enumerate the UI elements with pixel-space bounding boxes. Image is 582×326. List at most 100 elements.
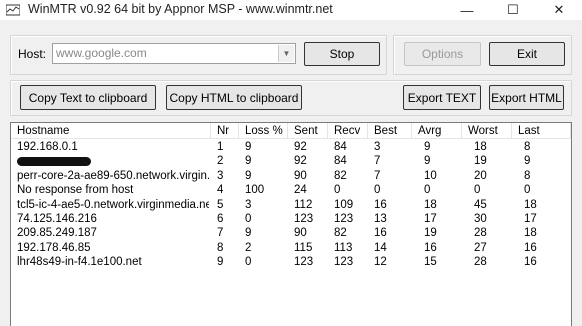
cell-avrg: 0: [424, 184, 431, 197]
cell-best: 7: [374, 169, 381, 182]
column-header-worst[interactable]: Worst: [462, 123, 512, 139]
cell-sent: 112: [294, 198, 313, 211]
column-header-avrg[interactable]: Avrg: [412, 123, 462, 139]
column-header-sent[interactable]: Sent: [288, 123, 328, 139]
exit-button[interactable]: Exit: [489, 42, 565, 66]
cell-sent: 90: [294, 227, 307, 240]
cell-best: 0: [374, 184, 381, 197]
column-header-best[interactable]: Best: [368, 123, 412, 139]
maximize-icon: ☐: [507, 2, 519, 17]
cell-hostname: tcl5-ic-4-ae5-0.network.virginmedia.net: [17, 198, 209, 211]
copy-html-button[interactable]: Copy HTML to clipboard: [166, 85, 302, 110]
cell-worst: 28: [474, 256, 487, 269]
cell-nr: 2: [217, 155, 224, 168]
cell-worst: 18: [474, 141, 487, 153]
cell-nr: 7: [217, 227, 224, 240]
host-combobox[interactable]: www.google.com ▼: [52, 43, 296, 64]
options-button[interactable]: Options: [404, 42, 481, 66]
cell-best: 13: [374, 213, 387, 225]
results-list[interactable]: Hostname Nr Loss % Sent Recv Best Avrg W…: [10, 122, 572, 326]
close-button[interactable]: ✕: [536, 0, 582, 20]
cell-sent: 24: [294, 184, 307, 197]
cell-last: 0: [524, 184, 531, 197]
cell-avrg: 17: [424, 213, 437, 225]
table-row[interactable]: tcl5-ic-4-ae5-0.network.virginmedia.net 5…: [11, 199, 571, 212]
cell-worst: 0: [474, 184, 481, 197]
close-icon: ✕: [553, 2, 565, 17]
cell-loss: 3: [245, 198, 252, 211]
cell-avrg: 16: [424, 241, 437, 254]
column-header-recv[interactable]: Recv: [328, 123, 368, 139]
chevron-down-icon[interactable]: ▼: [278, 45, 294, 62]
cell-worst: 30: [474, 213, 487, 225]
cell-best: 3: [374, 141, 381, 153]
cell-avrg: 18: [424, 198, 437, 211]
cell-best: 16: [374, 198, 387, 211]
window-title: WinMTR v0.92 64 bit by Appnor MSP - www.…: [28, 2, 333, 16]
cell-hostname: perr-core-2a-ae89-650.network.virgin...: [17, 169, 209, 182]
column-header-nr[interactable]: Nr: [211, 123, 239, 139]
cell-last: 18: [524, 198, 537, 211]
app-icon: [6, 4, 20, 16]
cell-sent: 115: [294, 241, 313, 254]
cell-recv: 84: [334, 141, 347, 153]
cell-recv: 109: [334, 198, 354, 211]
cell-best: 16: [374, 227, 387, 240]
table-row[interactable]: 2 9 92 84 7 9 19 9: [11, 155, 571, 168]
cell-loss: 0: [245, 256, 252, 269]
cell-avrg: 19: [424, 227, 437, 240]
column-header-last[interactable]: Last: [512, 123, 571, 139]
maximize-button[interactable]: ☐: [490, 0, 536, 20]
cell-nr: 9: [217, 256, 224, 269]
cell-nr: 3: [217, 169, 224, 182]
export-html-button[interactable]: Export HTML: [489, 85, 564, 110]
cell-loss: 9: [245, 169, 252, 182]
export-text-button[interactable]: Export TEXT: [403, 85, 481, 110]
table-row[interactable]: perr-core-2a-ae89-650.network.virgin... 3…: [11, 170, 571, 183]
cell-worst: 27: [474, 241, 487, 254]
table-row[interactable]: 74.125.146.216 6 0 123 123 13 17 30 17: [11, 213, 571, 226]
table-row[interactable]: No response from host 4 100 24 0 0 0 0 0: [11, 184, 571, 197]
cell-recv: 113: [334, 241, 353, 254]
cell-avrg: 15: [424, 256, 437, 269]
cell-recv: 0: [334, 184, 341, 197]
cell-nr: 1: [217, 141, 224, 153]
cell-hostname: 192.178.46.85: [17, 241, 91, 254]
column-header-loss[interactable]: Loss %: [239, 123, 288, 139]
table-row[interactable]: 192.168.0.1 1 9 92 84 3 9 18 8: [11, 141, 571, 154]
cell-loss: 100: [245, 184, 265, 197]
cell-last: 9: [524, 155, 531, 168]
cell-worst: 45: [474, 198, 487, 211]
minimize-button[interactable]: —: [444, 0, 490, 20]
cell-recv: 82: [334, 227, 347, 240]
cell-hostname: lhr48s49-in-f4.1e100.net: [17, 256, 142, 269]
cell-avrg: 9: [424, 155, 431, 168]
cell-hostname: 192.168.0.1: [17, 141, 78, 153]
cell-sent: 92: [294, 141, 307, 153]
cell-hostname: 74.125.146.216: [17, 213, 97, 225]
copy-text-button[interactable]: Copy Text to clipboard: [20, 85, 156, 110]
cell-last: 16: [524, 256, 537, 269]
column-header-hostname[interactable]: Hostname: [11, 123, 211, 139]
cell-recv: 82: [334, 169, 347, 182]
cell-last: 18: [524, 227, 537, 240]
stop-button[interactable]: Stop: [304, 42, 380, 66]
cell-hostname: 209.85.249.187: [17, 227, 97, 240]
cell-avrg: 10: [424, 169, 437, 182]
table-row[interactable]: lhr48s49-in-f4.1e100.net 9 0 123 123 12 15 28 16: [11, 256, 571, 269]
cell-loss: 9: [245, 227, 252, 240]
cell-nr: 4: [217, 184, 224, 197]
table-row[interactable]: 192.178.46.85 8 2 115 113 14 16 27 16: [11, 242, 571, 255]
cell-nr: 5: [217, 198, 224, 211]
table-row[interactable]: 209.85.249.187 7 9 90 82 16 19 28 18: [11, 227, 571, 240]
redacted-hostname: [17, 157, 91, 167]
host-input[interactable]: www.google.com: [56, 46, 147, 60]
cell-last: 17: [524, 213, 537, 225]
cell-worst: 19: [474, 155, 487, 168]
cell-best: 12: [374, 256, 387, 269]
cell-sent: 123: [294, 256, 314, 269]
cell-best: 7: [374, 155, 381, 168]
cell-nr: 8: [217, 241, 224, 254]
cell-avrg: 9: [424, 141, 431, 153]
cell-recv: 123: [334, 213, 354, 225]
